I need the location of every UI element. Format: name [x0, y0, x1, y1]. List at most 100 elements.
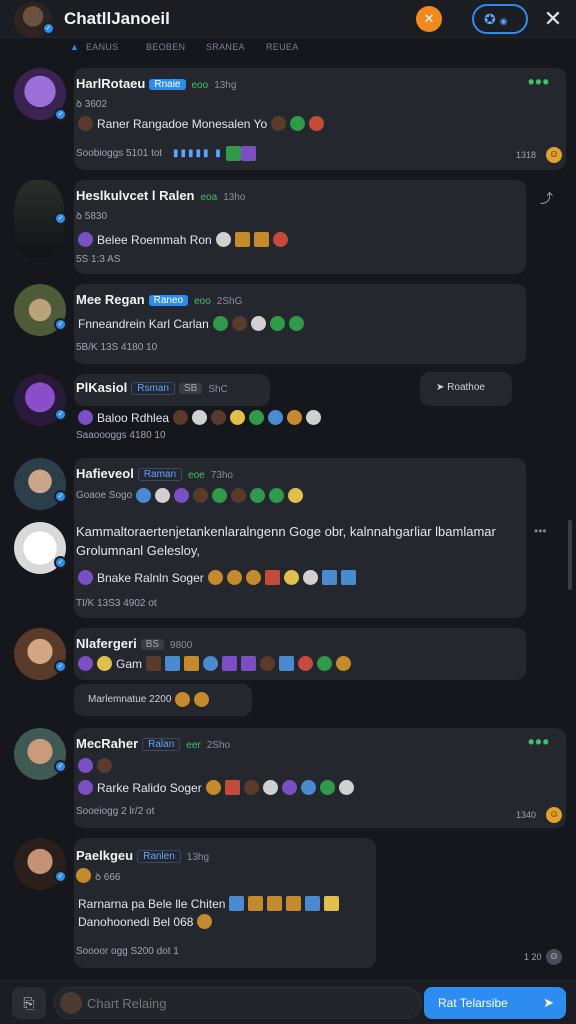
subnav-tab-4[interactable]: REUEA [266, 42, 326, 60]
subnav-tab-3[interactable]: SRANEA [206, 42, 266, 60]
emoji-icon [76, 868, 91, 883]
send-icon: ➤ [543, 995, 554, 1010]
emoji-icon [249, 410, 265, 425]
emoji-icon [262, 780, 278, 795]
verified-badge-icon: ✓ [54, 212, 67, 225]
emoji-icon [173, 410, 189, 425]
reaction-coin-icon[interactable]: ☺ [546, 147, 562, 163]
chat-title: ChatllJanoeil [64, 9, 170, 28]
emoji-icon [319, 780, 335, 795]
copilot-button[interactable]: ✪ ◉ [472, 4, 528, 34]
message-footer: Soobioggs 5101 tot ▮▮▮▮▮ ▮ [76, 146, 256, 161]
message-footer: 5B/K 13S 4180 10 [76, 342, 158, 353]
emoji-icon [267, 896, 283, 911]
more-options-icon[interactable]: ••• [528, 732, 550, 753]
emoji-icon [288, 316, 304, 331]
sub-navigation: ▲ EANUS BEOBEN SRANEA REUEA [70, 42, 326, 60]
emoji-icon [300, 780, 316, 795]
attach-icon[interactable]: ⎘ [12, 987, 46, 1019]
emoji-icon [338, 780, 354, 795]
more-options-icon[interactable]: ••• [534, 524, 547, 538]
more-options-icon[interactable]: ••• [528, 72, 550, 93]
emoji-icon [78, 232, 93, 247]
side-reply-label: ➤ Roathoe [436, 382, 485, 393]
emoji-icon [78, 656, 93, 671]
message-meta: ꝺ 3602 [76, 99, 108, 110]
message-author: Mee Regan Raneo eoo 2ShG [76, 292, 243, 307]
verified-badge-icon: ✓ [54, 660, 67, 673]
emoji-icon [78, 758, 93, 773]
emoji-icon [175, 692, 191, 707]
emoji-icon [272, 232, 288, 247]
message-text: Bnake Ralnln Soger [78, 570, 356, 585]
emoji-icon [174, 488, 190, 503]
emoji-icon [245, 570, 261, 585]
emoji-icon [290, 116, 306, 131]
subnav-tab-1[interactable]: EANUS [86, 42, 146, 60]
emoji-icon [234, 232, 250, 247]
emoji-icon [224, 780, 240, 795]
emoji-icon [229, 896, 245, 911]
emoji-icon [241, 656, 257, 671]
verified-badge-icon: ✓ [54, 408, 67, 421]
message-meta: ꝺ 666 [76, 868, 120, 883]
copilot-icon: ✪ [484, 11, 496, 27]
emoji-icon [260, 656, 276, 671]
role-tag: Ralan [142, 738, 181, 751]
emoji-icon [287, 410, 303, 425]
message-body: Rarnarna pa Bele lle Chiten [78, 896, 340, 911]
emoji-icon [286, 896, 302, 911]
small-badge: BS [140, 639, 165, 650]
emoji-icon [226, 570, 242, 585]
caret-up-icon[interactable]: ▲ [70, 42, 86, 60]
reply-icon[interactable]: ⤴ [540, 188, 553, 207]
message-author: Paelkgeu Ranlen 13hg [76, 848, 210, 863]
message-text: Baloo Rdhlea [78, 410, 322, 425]
reaction-coin-icon[interactable]: ☺ [546, 949, 562, 965]
send-button[interactable]: Rat Telarsibe ➤ [424, 987, 566, 1019]
close-circle-icon[interactable]: ✕ [416, 6, 442, 32]
emoji-icon [306, 410, 322, 425]
message-author: Hafieveol Raman eoe 73ho [76, 466, 233, 481]
verified-badge-icon: ✓ [54, 556, 67, 569]
message-input[interactable] [54, 987, 422, 1019]
emoji-icon [194, 692, 210, 707]
reaction-count: 1340 [516, 810, 537, 820]
emoji-icon [78, 780, 93, 795]
emoji-icon [298, 656, 314, 671]
scrollbar[interactable] [568, 520, 572, 590]
close-icon[interactable]: ✕ [540, 6, 566, 32]
message-sticker [78, 758, 112, 773]
message-body: Kammaltoraertenjetankenlaralngenn Goge o… [76, 524, 496, 558]
message-author: HarlRotaeu Rnaie eoo 13hg [76, 76, 237, 91]
reaction-coin-icon[interactable]: ☺ [546, 807, 562, 823]
role-tag: Ranlen [137, 850, 181, 863]
message-footer: Sooeiogg 2 lr/2 ot [76, 806, 155, 817]
verified-badge-icon: ✓ [42, 22, 55, 35]
verified-badge-icon: ✓ [54, 870, 67, 883]
emoji-icon [231, 488, 247, 503]
emoji-icon [212, 316, 228, 331]
message-meta: ꝺ 5830 [76, 211, 108, 222]
emoji-icon [240, 146, 256, 161]
subnav-tab-2[interactable]: BEOBEN [146, 42, 206, 60]
emoji-icon [253, 232, 269, 247]
emoji-icon [243, 780, 259, 795]
verified-badge-icon: ✓ [54, 108, 67, 121]
emoji-icon [192, 410, 208, 425]
message-footer: 5S 1:3 AS [76, 254, 121, 265]
reaction-count: 1318 [516, 150, 537, 160]
role-tag: Rnaie [149, 79, 186, 90]
emoji-icon [324, 896, 340, 911]
emoji-icon [268, 410, 284, 425]
verified-badge-icon: ✓ [54, 318, 67, 331]
emoji-icon [305, 896, 321, 911]
emoji-icon [321, 570, 337, 585]
emoji-icon [231, 316, 247, 331]
message-footer: Soooor ogg S200 dot 1 [76, 946, 179, 957]
emoji-icon [250, 316, 266, 331]
message-footer: TI/K 13S3 4902 ot [76, 598, 157, 609]
emoji-icon [203, 656, 219, 671]
emoji-icon [271, 116, 287, 131]
emoji-icon [165, 656, 181, 671]
